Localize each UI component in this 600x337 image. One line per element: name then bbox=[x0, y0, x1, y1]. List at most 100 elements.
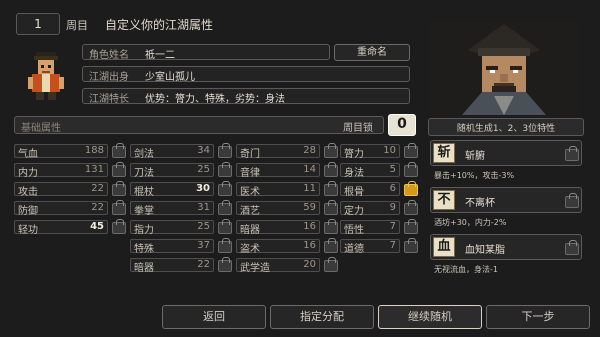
attribute-stat: 拳掌 31 bbox=[130, 201, 214, 217]
lock-toggle-icon[interactable] bbox=[404, 181, 418, 196]
lock-toggle-icon[interactable] bbox=[218, 143, 232, 158]
attribute-name: 悟性 bbox=[344, 225, 364, 236]
origin-label: 江湖出身 bbox=[89, 72, 129, 83]
lock-toggle-icon[interactable] bbox=[112, 219, 126, 234]
lock-toggle-icon[interactable] bbox=[324, 181, 338, 196]
lock-toggle-icon[interactable] bbox=[218, 257, 232, 272]
attribute-stat: 内力 131 bbox=[14, 163, 108, 179]
attribute-value: 6 bbox=[389, 183, 396, 194]
lock-toggle-icon[interactable] bbox=[324, 257, 338, 272]
traits-header-label: 随机生成1、2、3位特性 bbox=[456, 124, 556, 134]
traits-header: 随机生成1、2、3位特性 bbox=[428, 118, 584, 136]
attribute-stat: 暗器 22 bbox=[130, 258, 214, 274]
lock-toggle-icon[interactable] bbox=[112, 200, 126, 215]
attribute-value: 9 bbox=[389, 202, 396, 213]
attribute-name: 刀法 bbox=[134, 168, 154, 179]
lock-toggle-icon[interactable] bbox=[112, 181, 126, 196]
section-label: 基础属性 bbox=[21, 123, 61, 134]
attribute-name: 音律 bbox=[240, 168, 260, 179]
lock-toggle-icon[interactable] bbox=[218, 162, 232, 177]
attribute-name: 拳掌 bbox=[134, 206, 154, 217]
attribute-value: 25 bbox=[197, 164, 210, 175]
attribute-name: 盗术 bbox=[240, 244, 260, 255]
trait-lock-icon[interactable] bbox=[565, 146, 579, 161]
lock-toggle-icon[interactable] bbox=[404, 219, 418, 234]
lock-toggle-icon[interactable] bbox=[324, 143, 338, 158]
reroll-button[interactable]: 继续随机 bbox=[378, 305, 482, 329]
trait-description: 酒坊+30，内力-2% bbox=[434, 218, 507, 227]
trait-lock-icon[interactable] bbox=[565, 193, 579, 208]
trait-card: 血血知某脂 bbox=[430, 234, 582, 260]
portrait-panel bbox=[428, 20, 580, 115]
lock-toggle-icon[interactable] bbox=[404, 162, 418, 177]
trait-glyph-icon: 血 bbox=[433, 237, 455, 257]
attribute-value: 34 bbox=[197, 145, 210, 156]
lock-toggle-icon[interactable] bbox=[324, 162, 338, 177]
attribute-name: 奇门 bbox=[240, 149, 260, 160]
lock-toggle-icon[interactable] bbox=[218, 238, 232, 253]
attribute-stat: 膂力 10 bbox=[340, 144, 400, 160]
attribute-stat: 酒艺 59 bbox=[236, 201, 320, 217]
attribute-stat: 防御 22 bbox=[14, 201, 108, 217]
lock-toggle-icon[interactable] bbox=[324, 200, 338, 215]
attribute-name: 暗器 bbox=[240, 225, 260, 236]
lock-toggle-icon[interactable] bbox=[112, 162, 126, 177]
lock-toggle-icon[interactable] bbox=[218, 181, 232, 196]
lock-toggle-icon[interactable] bbox=[218, 219, 232, 234]
lock-toggle-icon[interactable] bbox=[218, 200, 232, 215]
round-counter: 1 bbox=[16, 13, 60, 35]
attribute-stat: 暗器 16 bbox=[236, 220, 320, 236]
rename-button[interactable]: 重命名 bbox=[334, 44, 410, 61]
attribute-value: 10 bbox=[383, 145, 396, 156]
lock-label: 周目锁 bbox=[343, 123, 373, 134]
attribute-name: 酒艺 bbox=[240, 206, 260, 217]
attribute-name: 轻功 bbox=[18, 225, 38, 236]
attribute-name: 道德 bbox=[344, 244, 364, 255]
attribute-value: 188 bbox=[84, 145, 104, 156]
character-sprite-icon bbox=[28, 52, 64, 100]
attribute-stat: 攻击 22 bbox=[14, 182, 108, 198]
lock-toggle-icon[interactable] bbox=[324, 238, 338, 253]
attribute-stat: 道德 7 bbox=[340, 239, 400, 255]
attribute-name: 膂力 bbox=[344, 149, 364, 160]
attribute-value: 14 bbox=[303, 164, 316, 175]
lock-toggle-icon[interactable] bbox=[112, 143, 126, 158]
trait-lock-icon[interactable] bbox=[565, 240, 579, 255]
trait-card: 斩斩腑 bbox=[430, 140, 582, 166]
attribute-name: 内力 bbox=[18, 168, 38, 179]
attribute-stat: 指力 25 bbox=[130, 220, 214, 236]
trait-description: 暴击+10%，攻击-3% bbox=[434, 171, 515, 180]
attribute-value: 37 bbox=[197, 240, 210, 251]
lock-toggle-icon[interactable] bbox=[404, 200, 418, 215]
round-label: 周目 bbox=[66, 19, 88, 32]
attribute-stat: 轻功 45 bbox=[14, 220, 108, 236]
trait-value: 优势：膂力、特殊，劣势：身法 bbox=[145, 94, 285, 105]
next-button[interactable]: 下一步 bbox=[486, 305, 590, 329]
attribute-value: 5 bbox=[389, 164, 396, 175]
lock-toggle-icon[interactable] bbox=[404, 143, 418, 158]
attribute-name: 定力 bbox=[344, 206, 364, 217]
attribute-value: 131 bbox=[84, 164, 104, 175]
attribute-stat: 根骨 6 bbox=[340, 182, 400, 198]
lock-toggle-icon[interactable] bbox=[404, 238, 418, 253]
attribute-value: 22 bbox=[91, 183, 104, 194]
attribute-name: 根骨 bbox=[344, 187, 364, 198]
assign-button[interactable]: 指定分配 bbox=[270, 305, 374, 329]
attribute-stat: 音律 14 bbox=[236, 163, 320, 179]
back-button[interactable]: 返回 bbox=[162, 305, 266, 329]
lock-counter: 0 bbox=[388, 114, 416, 136]
attribute-value: 20 bbox=[303, 259, 316, 270]
attribute-value: 7 bbox=[389, 221, 396, 232]
attribute-name: 指力 bbox=[134, 225, 154, 236]
attribute-stat: 医术 11 bbox=[236, 182, 320, 198]
lock-count: 0 bbox=[397, 116, 407, 132]
attribute-name: 攻击 bbox=[18, 187, 38, 198]
character-portrait-icon bbox=[428, 20, 580, 115]
attribute-value: 7 bbox=[389, 240, 396, 251]
trait-card: 不不离杯 bbox=[430, 187, 582, 213]
name-row: 角色姓名 祗一二 bbox=[82, 44, 330, 61]
attribute-value: 16 bbox=[303, 240, 316, 251]
attribute-stat: 特殊 37 bbox=[130, 239, 214, 255]
lock-toggle-icon[interactable] bbox=[324, 219, 338, 234]
page-title: 自定义你的江湖属性 bbox=[105, 18, 214, 32]
